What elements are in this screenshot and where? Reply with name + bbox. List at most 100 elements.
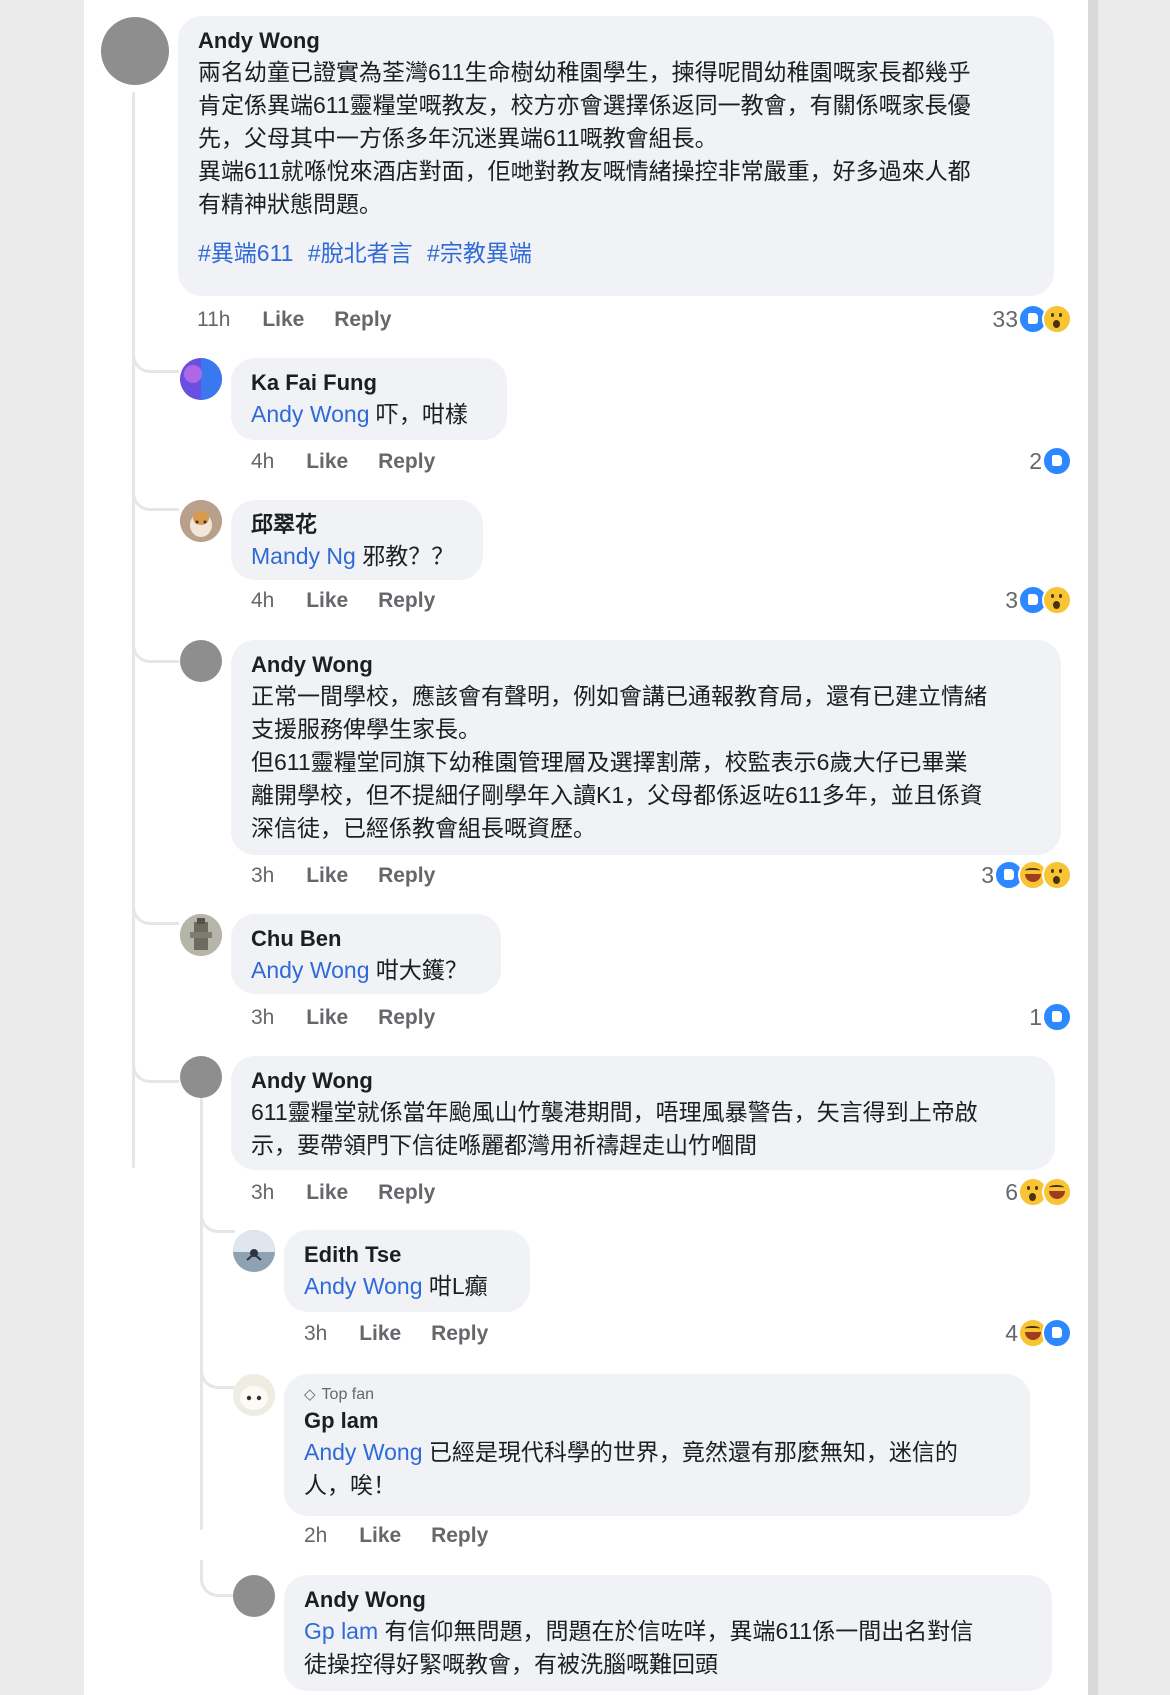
comment-text: 正常一間學校，應該會有聲明，例如會講已通報教育局，還有已建立情緒 支援服務俾學生… [251, 683, 987, 841]
reaction-count: 6 [1005, 1178, 1018, 1205]
comment-actions: 3h Like Reply [304, 1322, 512, 1346]
reaction-summary[interactable]: 4 [1005, 1318, 1072, 1348]
comment-author[interactable]: Andy Wong [251, 1066, 1035, 1096]
reaction-summary[interactable]: 3 [1005, 585, 1072, 615]
reaction-count: 3 [981, 861, 994, 888]
thread-connector [132, 630, 179, 663]
comment-bubble: Edith Tse Andy Wong 咁L癲 [284, 1230, 530, 1312]
reaction-count: 33 [992, 305, 1018, 332]
comment-time[interactable]: 3h [251, 864, 274, 887]
mention-link[interactable]: Mandy Ng [251, 543, 356, 569]
avatar[interactable] [180, 358, 222, 400]
like-button[interactable]: Like [262, 308, 304, 331]
reaction-count: 2 [1029, 447, 1042, 474]
like-button[interactable]: Like [359, 1322, 401, 1345]
avatar[interactable] [233, 1230, 275, 1272]
comment-time[interactable]: 3h [251, 1181, 274, 1204]
comment-author[interactable]: Chu Ben [251, 924, 481, 954]
comment-time[interactable]: 4h [251, 589, 274, 612]
comment-author[interactable]: Ka Fai Fung [251, 368, 487, 398]
comment-actions: 3h Like Reply [251, 1006, 459, 1030]
reaction-summary[interactable]: 3 [981, 860, 1072, 890]
reply-button[interactable]: Reply [431, 1322, 488, 1345]
comment-time[interactable]: 4h [251, 450, 274, 473]
comment-actions: 11h Like Reply [197, 308, 415, 332]
top-fan-badge: ◇ Top fan [304, 1384, 1010, 1406]
avatar[interactable] [233, 1575, 275, 1617]
avatar[interactable] [180, 1056, 222, 1098]
mention-link[interactable]: Andy Wong [251, 401, 369, 427]
like-button[interactable]: Like [306, 1181, 348, 1204]
thread-connector [200, 1356, 235, 1389]
reply-button[interactable]: Reply [378, 1006, 435, 1029]
haha-reaction-icon [1042, 1177, 1072, 1207]
reaction-summary[interactable]: 1 [1029, 1002, 1072, 1032]
comment-text: Andy Wong 吓，咁樣 [251, 401, 468, 427]
mention-link[interactable]: Gp lam [304, 1618, 378, 1644]
like-reaction-icon [1042, 1318, 1072, 1348]
mention-link[interactable]: Andy Wong [251, 957, 369, 983]
reaction-summary[interactable]: 2 [1029, 446, 1072, 476]
reaction-count: 3 [1005, 586, 1018, 613]
reply-button[interactable]: Reply [378, 589, 435, 612]
comment-text: 611靈糧堂就係當年颱風山竹襲港期間，唔理風暴警告，矢言得到上帝啟 示，要帶領門… [251, 1099, 978, 1158]
comment-text: Mandy Ng 邪教？？ [251, 543, 455, 569]
avatar[interactable] [233, 1374, 275, 1416]
comment-text: Andy Wong 已經是現代科學的世界，竟然還有那麼無知，迷信的 人，唉！ [304, 1439, 958, 1498]
like-button[interactable]: Like [306, 589, 348, 612]
reply-button[interactable]: Reply [378, 1181, 435, 1204]
mention-link[interactable]: Andy Wong [304, 1439, 422, 1465]
avatar[interactable] [180, 640, 222, 682]
hashtag-link[interactable]: #異端611 [198, 240, 293, 266]
like-button[interactable]: Like [306, 864, 348, 887]
like-button[interactable]: Like [306, 450, 348, 473]
hashtag-link[interactable]: #脫北者言 [308, 240, 413, 266]
comment-actions: 4h Like Reply [251, 450, 459, 474]
comment-bubble: Andy Wong Gp lam 有信仰無問題，問題在於信咗咩，異端611係一間… [284, 1575, 1052, 1691]
comment-actions: 2h Like Reply [304, 1524, 512, 1548]
comment-text: Gp lam 有信仰無問題，問題在於信咗咩，異端611係一間出名對信 徒操控得好… [304, 1618, 974, 1677]
comment-author[interactable]: Andy Wong [198, 26, 1034, 56]
reaction-summary[interactable]: 33 [992, 304, 1072, 334]
wow-reaction-icon [1042, 585, 1072, 615]
comment-author[interactable]: Andy Wong [251, 650, 1041, 680]
comment-time[interactable]: 2h [304, 1524, 327, 1547]
reaction-count: 4 [1005, 1319, 1018, 1346]
comment-author[interactable]: Andy Wong [304, 1585, 1032, 1615]
comment-text: Andy Wong 咁L癲 [304, 1273, 488, 1299]
comment-bubble: Ka Fai Fung Andy Wong 吓，咁樣 [231, 358, 507, 440]
comment-author[interactable]: 邱翠花 [251, 510, 463, 540]
comment-bubble: Chu Ben Andy Wong 咁大鑊？ [231, 914, 501, 994]
comment-time[interactable]: 11h [197, 308, 230, 331]
comment-bubble: ◇ Top fan Gp lam Andy Wong 已經是現代科學的世界，竟然還… [284, 1374, 1030, 1516]
like-reaction-icon [1042, 446, 1072, 476]
avatar[interactable] [101, 17, 169, 85]
reaction-count: 1 [1029, 1003, 1042, 1030]
avatar[interactable] [180, 914, 222, 956]
comment-author[interactable]: Gp lam [304, 1406, 1010, 1436]
reaction-summary[interactable]: 6 [1005, 1177, 1072, 1207]
comment-time[interactable]: 3h [304, 1322, 327, 1345]
thread-line [200, 1090, 203, 1530]
comment-actions: 4h Like Reply [251, 589, 459, 613]
like-button[interactable]: Like [306, 1006, 348, 1029]
like-button[interactable]: Like [359, 1524, 401, 1547]
hashtag-row: #異端611 #脫北者言 #宗教異端 [198, 237, 1034, 270]
comment-text: Andy Wong 咁大鑊？ [251, 957, 468, 983]
like-reaction-icon [1042, 1002, 1072, 1032]
scrollbar[interactable] [1088, 0, 1098, 1695]
hashtag-link[interactable]: #宗教異端 [427, 240, 532, 266]
diamond-icon: ◇ [304, 1386, 316, 1403]
avatar[interactable] [180, 500, 222, 542]
comment-text: 兩名幼童已證實為荃灣611生命樹幼稚園學生，揀得呢間幼稚園嘅家長都幾乎 肯定係異… [198, 59, 971, 217]
reply-button[interactable]: Reply [378, 450, 435, 473]
thread-connector [200, 1200, 235, 1233]
reply-button[interactable]: Reply [431, 1524, 488, 1547]
comment-bubble: Andy Wong 正常一間學校，應該會有聲明，例如會講已通報教育局，還有已建立… [231, 640, 1061, 855]
reply-button[interactable]: Reply [334, 308, 391, 331]
comment-author[interactable]: Edith Tse [304, 1240, 510, 1270]
comment-time[interactable]: 3h [251, 1006, 274, 1029]
thread-connector [132, 1036, 179, 1083]
reply-button[interactable]: Reply [378, 864, 435, 887]
mention-link[interactable]: Andy Wong [304, 1273, 422, 1299]
